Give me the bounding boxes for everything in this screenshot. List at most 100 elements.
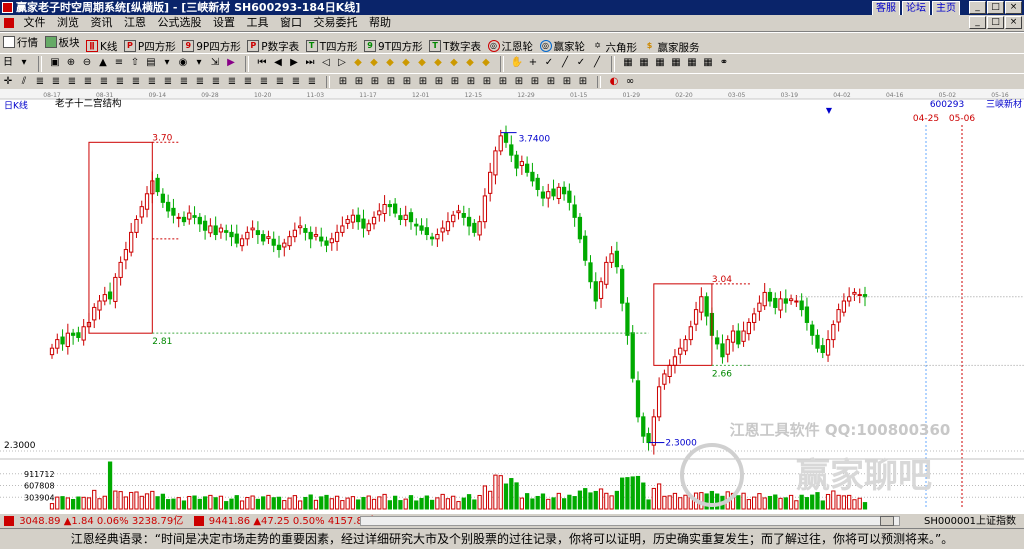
menu-gann[interactable]: 江恩 (120, 15, 150, 30)
first-icon[interactable]: ⏮ (255, 56, 269, 70)
ruler-icon[interactable]: ⊞ (432, 76, 446, 88)
table-icon[interactable]: ▦ (653, 56, 667, 70)
up-arrow-icon[interactable]: ⇧ (128, 56, 142, 70)
ruler-icon[interactable]: ⊞ (480, 76, 494, 88)
left-tri-icon[interactable]: ◁ (319, 56, 333, 70)
plus-icon[interactable]: + (526, 56, 540, 70)
ruler-icon[interactable]: ⊞ (336, 76, 350, 88)
fib-icon[interactable]: ≣ (65, 76, 79, 88)
line-icon[interactable]: ╱ (590, 56, 604, 70)
last-icon[interactable]: ⏭ (303, 56, 317, 70)
table-icon[interactable]: ▦ (669, 56, 683, 70)
menu-help[interactable]: 帮助 (365, 15, 395, 30)
mdi-close-button[interactable]: × (1005, 16, 1022, 29)
ruler-icon[interactable]: ⊞ (512, 76, 526, 88)
table-icon[interactable]: ▦ (701, 56, 715, 70)
forum-link[interactable]: 论坛 (902, 1, 930, 16)
fib-icon[interactable]: ≣ (33, 76, 47, 88)
ruler-icon[interactable]: ⊞ (560, 76, 574, 88)
menu-trade[interactable]: 交易委托 (310, 15, 362, 30)
table-icon[interactable]: ▦ (637, 56, 651, 70)
home-link[interactable]: 主页 (932, 1, 960, 16)
ruler-icon[interactable]: ⊞ (368, 76, 382, 88)
fib-icon[interactable]: ≣ (129, 76, 143, 88)
loop-icon[interactable]: ∞ (623, 76, 637, 88)
fib-icon[interactable]: ≣ (305, 76, 319, 88)
mdi-restore-button[interactable]: □ (987, 16, 1004, 29)
diamond-icon[interactable]: ◆ (479, 56, 493, 70)
check-icon[interactable]: ✓ (542, 56, 556, 70)
ruler-icon[interactable]: ⊞ (528, 76, 542, 88)
kline-chart[interactable]: 08-17 08-31 09-14 09-28 10-20 11-03 11-17 12-01… (0, 89, 1024, 513)
diamond-icon[interactable]: ◆ (383, 56, 397, 70)
diamond-icon[interactable]: ◆ (463, 56, 477, 70)
zoom-in-icon[interactable]: ⊕ (64, 56, 78, 70)
color-icon[interactable]: ◐ (607, 76, 621, 88)
ruler-icon[interactable]: ⊞ (496, 76, 510, 88)
list-icon[interactable]: ≡ (112, 56, 126, 70)
day-period-icon[interactable]: 日 (1, 56, 15, 70)
mdi-minimize-button[interactable]: _ (969, 16, 986, 29)
dropdown-arrow-icon[interactable]: ▾ (17, 56, 31, 70)
hand-icon[interactable]: ✋ (510, 56, 524, 70)
menu-file[interactable]: 文件 (20, 15, 50, 30)
fib-icon[interactable]: ≣ (177, 76, 191, 88)
menu-window[interactable]: 窗口 (276, 15, 306, 30)
fib-icon[interactable]: ≣ (241, 76, 255, 88)
fib-icon[interactable]: ≣ (145, 76, 159, 88)
ruler-icon[interactable]: ⊞ (544, 76, 558, 88)
ruler-icon[interactable]: ⊞ (448, 76, 462, 88)
menu-settings[interactable]: 设置 (209, 15, 239, 30)
right-tri-icon[interactable]: ▷ (335, 56, 349, 70)
close-button[interactable]: × (1005, 1, 1022, 14)
fib-icon[interactable]: ≣ (81, 76, 95, 88)
fib-icon[interactable]: ≣ (225, 76, 239, 88)
check-icon[interactable]: ✓ (574, 56, 588, 70)
fib-icon[interactable]: ≣ (113, 76, 127, 88)
table-icon[interactable]: ▦ (685, 56, 699, 70)
link-icon[interactable]: ⚭ (717, 56, 731, 70)
tool-quotes[interactable]: 行情 (3, 33, 38, 51)
fib-icon[interactable]: ≣ (49, 76, 63, 88)
diamond-icon[interactable]: ◆ (351, 56, 365, 70)
dropdown-arrow-icon[interactable]: ▾ (160, 56, 174, 70)
fib-icon[interactable]: ≣ (193, 76, 207, 88)
coin-icon[interactable]: ◉ (176, 56, 190, 70)
fib-icon[interactable]: ≣ (209, 76, 223, 88)
ruler-icon[interactable]: ⊞ (464, 76, 478, 88)
diamond-icon[interactable]: ◆ (415, 56, 429, 70)
fib-icon[interactable]: ≣ (97, 76, 111, 88)
ruler-icon[interactable]: ⊞ (384, 76, 398, 88)
ruler-icon[interactable]: ⊞ (352, 76, 366, 88)
scroll-thumb[interactable] (880, 516, 894, 526)
index-code[interactable]: SH000001 (924, 514, 976, 529)
tool-blocks[interactable]: 板块 (44, 33, 80, 51)
table-icon[interactable]: ▦ (621, 56, 635, 70)
fib-icon[interactable]: ≣ (161, 76, 175, 88)
parallel-icon[interactable]: ⫽ (17, 76, 31, 88)
ruler-icon[interactable]: ⊞ (576, 76, 590, 88)
ruler-icon[interactable]: ⊞ (400, 76, 414, 88)
scroll-track[interactable] (360, 516, 900, 526)
dropdown-arrow-icon[interactable]: ▾ (192, 56, 206, 70)
menu-tools[interactable]: 工具 (243, 15, 273, 30)
zoom-out-icon[interactable]: ⊖ (80, 56, 94, 70)
minimize-button[interactable]: _ (969, 1, 986, 14)
menu-info[interactable]: 资讯 (87, 15, 117, 30)
service-link[interactable]: 客服 (872, 1, 900, 16)
menu-browse[interactable]: 浏览 (53, 15, 83, 30)
pointer-icon[interactable]: ⇲ (208, 56, 222, 70)
diamond-icon[interactable]: ◆ (431, 56, 445, 70)
fib-icon[interactable]: ≣ (273, 76, 287, 88)
maximize-button[interactable]: □ (987, 1, 1004, 14)
chart-area[interactable]: 08-17 08-31 09-14 09-28 10-20 11-03 11-17 12-01… (0, 89, 1024, 513)
marker-icon[interactable]: ▲ (96, 56, 110, 70)
chart-icon[interactable]: ▤ (144, 56, 158, 70)
crosshair-icon[interactable]: ✛ (1, 76, 15, 88)
diamond-icon[interactable]: ◆ (367, 56, 381, 70)
prev-icon[interactable]: ◀ (271, 56, 285, 70)
menu-formula[interactable]: 公式选股 (154, 15, 206, 30)
diamond-icon[interactable]: ◆ (399, 56, 413, 70)
next-icon[interactable]: ▶ (287, 56, 301, 70)
play-icon[interactable]: ▶ (224, 56, 238, 70)
